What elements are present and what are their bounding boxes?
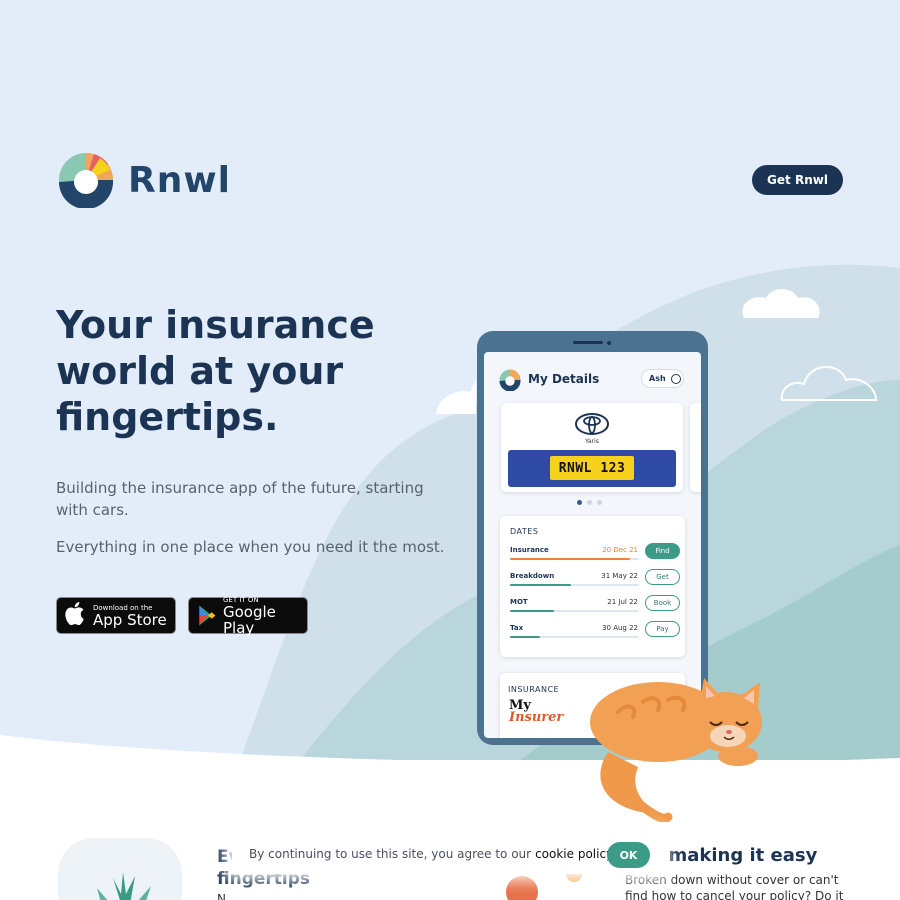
screen-title: My Details	[528, 372, 600, 386]
date-label: MOT	[510, 598, 528, 606]
feature-text-right: Broken down without cover or can't find …	[625, 873, 844, 900]
date-label: Insurance	[510, 546, 549, 554]
hero-subtext: Building the insurance app of the future…	[56, 479, 424, 519]
date-row: Tax 30 Aug 22 Pay	[510, 621, 680, 644]
date-row: MOT 21 Jul 22 Book	[510, 595, 680, 618]
car-card[interactable]: Yaris RNWL 123	[501, 403, 683, 492]
insurance-title: INSURANCE	[508, 685, 560, 694]
date-progress-track	[510, 610, 639, 612]
app-store-badge[interactable]: Download on the App Store	[56, 597, 176, 634]
hero-headline: Your insurance world at your fingertips.	[56, 302, 436, 440]
feature-title-right: e making it easy	[650, 845, 818, 866]
next-car-card[interactable]	[690, 403, 701, 492]
date-action-button[interactable]: Get	[645, 569, 680, 585]
cloud-icon	[436, 380, 476, 414]
date-action-button[interactable]: Find	[645, 543, 680, 559]
cookie-text: By continuing to use this site, you agre…	[249, 847, 532, 861]
feature-text-left: N	[217, 892, 226, 900]
date-row: Insurance 20 Dec 21 Find	[510, 543, 680, 566]
car-model: Yaris	[585, 438, 599, 445]
dates-title: DATES	[510, 527, 539, 536]
dates-card: DATES Insurance 20 Dec 21 Find Breakdown 31 …	[500, 516, 685, 657]
cookie-ok-button[interactable]: OK	[607, 842, 650, 868]
apple-icon	[65, 601, 84, 626]
user-icon	[670, 373, 681, 384]
toyota-logo-icon	[575, 413, 609, 435]
number-plate: RNWL 123	[550, 456, 634, 480]
date-value: 20 Dec 21	[602, 546, 638, 554]
date-progress-fill	[510, 610, 554, 612]
carousel-dot[interactable]	[597, 500, 602, 505]
cookie-policy-link[interactable]: cookie policy	[535, 847, 613, 861]
date-row: Breakdown 31 May 22 Get	[510, 569, 680, 592]
cookie-banner: By continuing to use this site, you agre…	[232, 834, 662, 874]
rnwl-logo-icon	[59, 153, 113, 208]
date-value: 21 Jul 22	[607, 598, 638, 606]
google-play-big-text: Google Play	[223, 602, 276, 637]
get-rnwl-button[interactable]: Get Rnwl	[752, 165, 843, 195]
brand-name: Rnwl	[128, 159, 231, 201]
hero-subtext-secondary: Everything in one place when you need it…	[56, 538, 445, 556]
date-label: Tax	[510, 624, 524, 632]
google-play-icon	[199, 605, 216, 626]
date-action-button[interactable]: Pay	[645, 621, 680, 637]
plant-illustration-card	[58, 838, 182, 900]
app-logo-icon	[499, 369, 521, 391]
carousel-dot[interactable]	[587, 500, 592, 505]
headline-line: fingertips.	[56, 395, 279, 439]
phone-speaker	[573, 341, 603, 344]
user-name: Ash	[649, 374, 666, 383]
google-play-badge[interactable]: GET IT ON Google Play	[188, 596, 308, 637]
date-label: Breakdown	[510, 572, 555, 580]
date-progress-fill	[510, 584, 571, 586]
insurer-logo-line2: Insurer	[509, 710, 564, 725]
date-progress-fill	[510, 558, 630, 560]
brand-logo[interactable]: Rnwl	[58, 152, 231, 208]
headline-line: world at your	[56, 349, 344, 393]
phone-camera	[607, 341, 611, 345]
app-store-big-text: App Store	[93, 610, 167, 629]
date-action-button[interactable]: Book	[645, 595, 680, 611]
date-value: 31 May 22	[601, 572, 638, 580]
carousel-dot[interactable]	[577, 500, 582, 505]
user-menu[interactable]: Ash	[641, 369, 684, 388]
headline-line: Your insurance	[56, 303, 375, 347]
date-progress-track	[510, 636, 639, 638]
sleeping-cat-illustration	[590, 678, 762, 822]
plant-icon	[97, 872, 151, 900]
date-progress-fill	[510, 636, 540, 638]
date-value: 30 Aug 22	[602, 624, 638, 632]
plate-banner: RNWL 123	[508, 450, 676, 487]
date-progress-track	[510, 584, 639, 586]
carousel-dots	[577, 500, 607, 505]
date-progress-track	[510, 558, 639, 560]
